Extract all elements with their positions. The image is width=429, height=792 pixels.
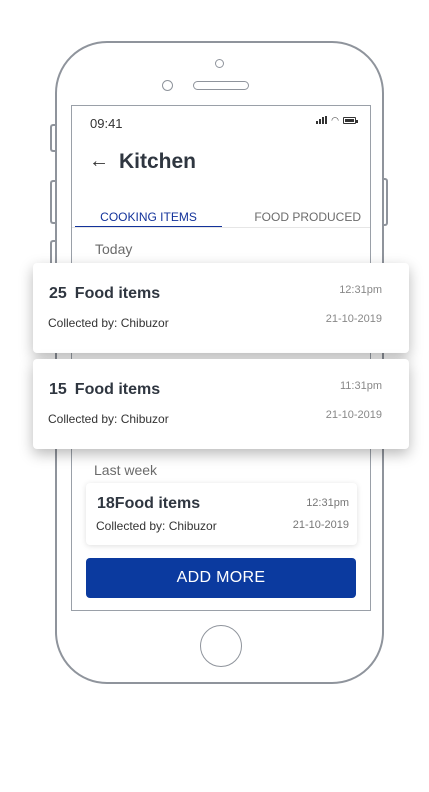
list-item[interactable]: 25 Food items Collected by: Chibuzor 12:3… [33,263,409,353]
status-icons: ◠ [316,115,358,125]
item-time: 11:31pm [340,380,382,392]
item-label: Food items [74,285,161,302]
item-date: 21-10-2019 [292,519,349,531]
signal-icon [316,116,328,124]
item-collected-by: Collected by: Chibuzor [96,519,217,533]
status-time: 09:41 [90,116,123,131]
section-heading-last-week: Last week [94,462,158,478]
battery-icon [343,116,358,124]
item-count-title: 15 Food items [49,381,160,399]
page-title: Kitchen [119,150,197,173]
wifi-icon: ◠ [331,115,339,125]
item-count: 25 [49,285,67,302]
item-count: 18 [97,495,115,512]
device-speaker [193,81,249,90]
tab-divider [72,227,370,228]
tab-bar: COOKING ITEMS FOOD PRODUCED [75,208,369,228]
item-label: Food items [74,381,161,398]
tab-food-produced[interactable]: FOOD PRODUCED [222,208,369,228]
list-item[interactable]: 15 Food items Collected by: Chibuzor 11:3… [33,359,409,449]
item-collected-by: Collected by: Chibuzor [48,316,169,330]
add-more-button[interactable]: ADD MORE [86,558,356,598]
home-button[interactable] [200,625,242,667]
item-collected-by: Collected by: Chibuzor [48,412,169,426]
device-camera [162,80,173,91]
item-label: Food items [114,495,201,512]
item-count-title: 18Food items [97,495,200,513]
device-sensor [215,59,224,68]
item-count: 15 [49,381,67,398]
item-time: 12:31pm [306,497,349,509]
tab-cooking-items[interactable]: COOKING ITEMS [75,208,222,228]
section-heading-today: Today [95,241,133,257]
item-time: 12:31pm [339,284,382,296]
back-arrow-icon[interactable]: ← [89,150,109,173]
item-date: 21-10-2019 [325,409,382,421]
item-count-title: 25 Food items [49,285,160,303]
item-date: 21-10-2019 [325,313,382,325]
app-screen: 09:41 ◠ ← Kitchen COOKING ITEMS FOOD PRO… [71,105,371,611]
list-item[interactable]: 18Food items Collected by: Chibuzor 12:3… [86,483,357,545]
